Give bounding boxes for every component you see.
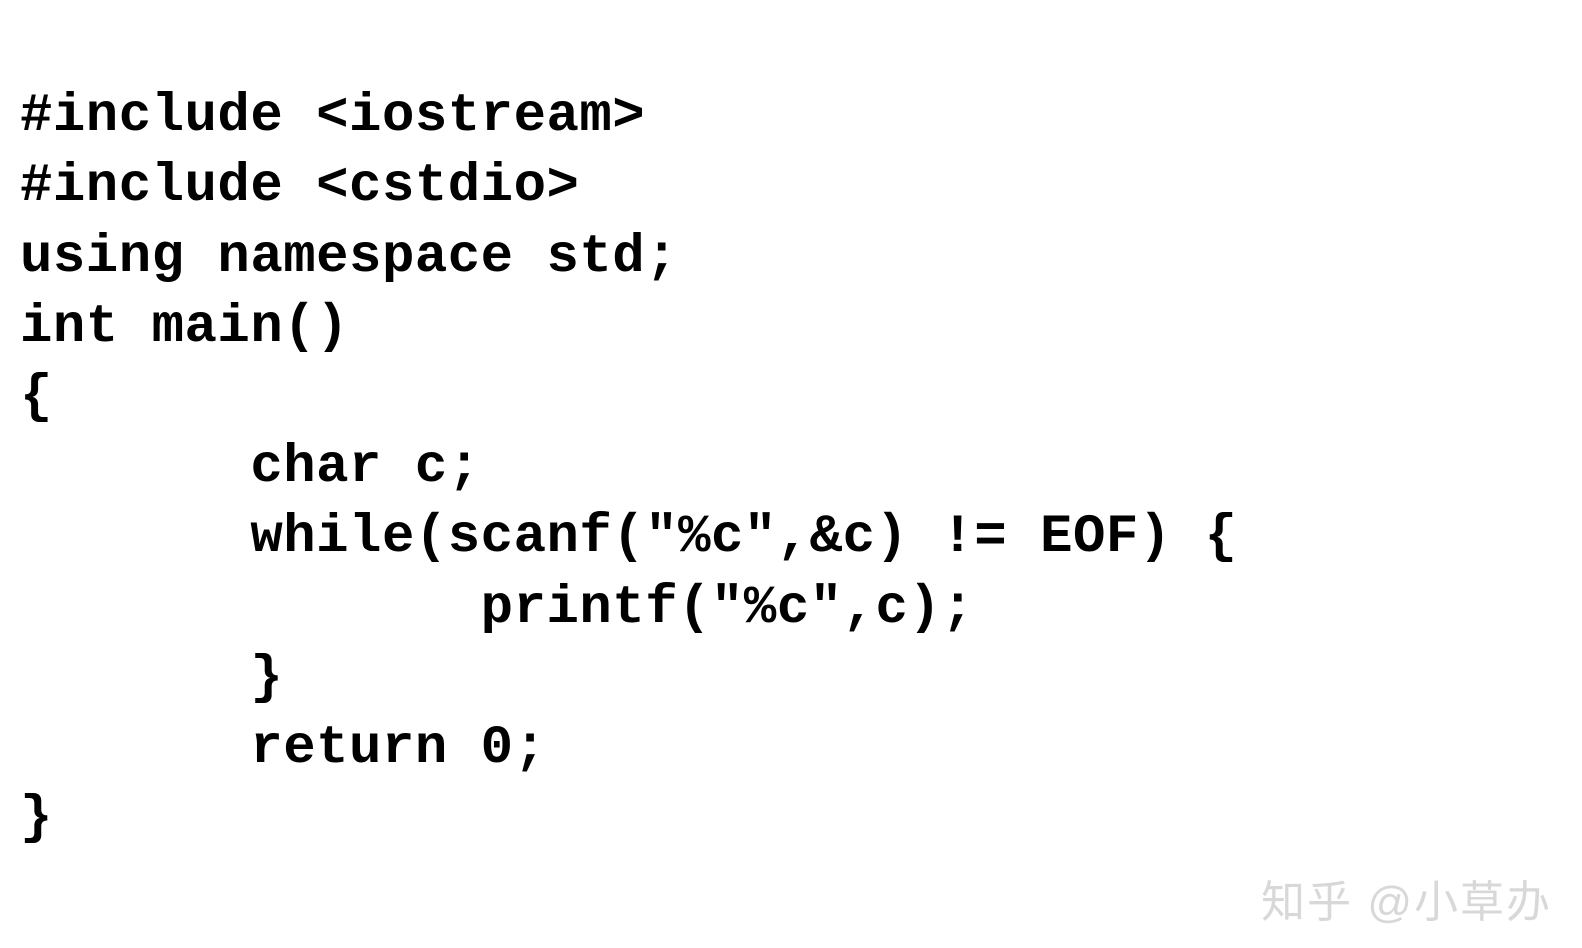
code-line: return 0;: [20, 718, 546, 779]
code-line: char c;: [20, 437, 481, 498]
code-line: printf("%c",c);: [20, 578, 974, 639]
code-line: int main(): [20, 297, 349, 358]
code-block: #include <iostream> #include <cstdio> us…: [0, 0, 1582, 866]
code-line: }: [20, 788, 53, 849]
code-line: #include <cstdio>: [20, 156, 579, 217]
code-line: while(scanf("%c",&c) != EOF) {: [20, 507, 1238, 568]
watermark-text: 知乎 @小草办: [1261, 866, 1552, 930]
code-line: #include <iostream>: [20, 86, 645, 147]
code-line: }: [20, 648, 283, 709]
code-line: {: [20, 367, 53, 428]
code-line: using namespace std;: [20, 227, 678, 288]
